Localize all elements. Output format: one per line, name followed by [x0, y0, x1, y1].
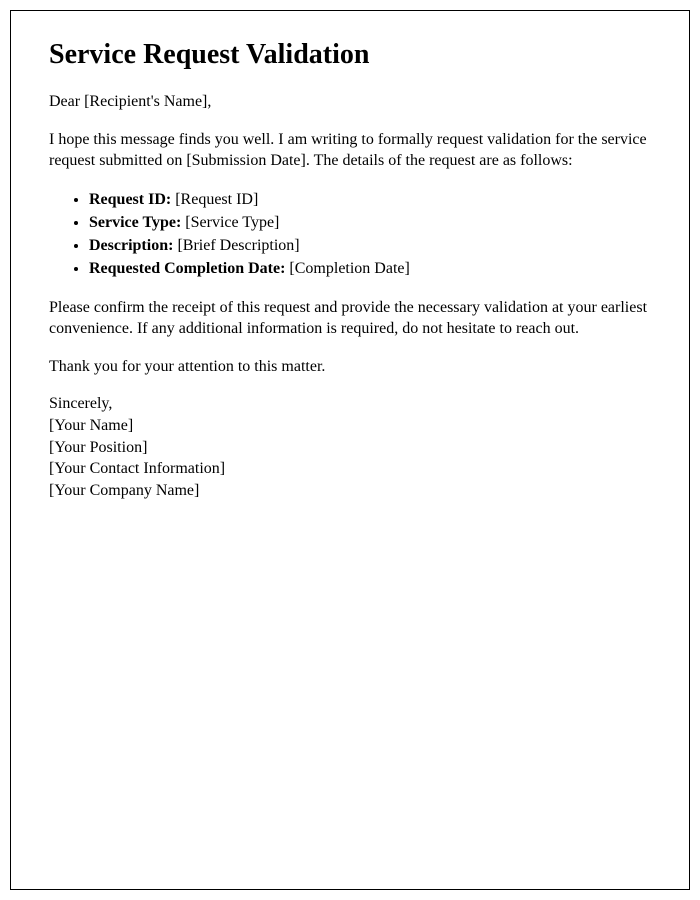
list-item: Description: [Brief Description]: [89, 234, 651, 257]
signature-company: [Your Company Name]: [49, 480, 651, 502]
signature-name: [Your Name]: [49, 415, 651, 437]
greeting: Dear [Recipient's Name],: [49, 91, 651, 113]
list-item: Service Type: [Service Type]: [89, 211, 651, 234]
signature-block: Sincerely, [Your Name] [Your Position] […: [49, 393, 651, 501]
detail-label: Request ID:: [89, 191, 171, 208]
detail-value: [Brief Description]: [173, 237, 299, 254]
detail-value: [Request ID]: [171, 191, 258, 208]
detail-label: Service Type:: [89, 214, 181, 231]
closing: Sincerely,: [49, 393, 651, 415]
detail-value: [Completion Date]: [285, 260, 409, 277]
page-title: Service Request Validation: [49, 39, 651, 71]
confirmation-paragraph: Please confirm the receipt of this reque…: [49, 297, 651, 340]
detail-label: Description:: [89, 237, 173, 254]
list-item: Requested Completion Date: [Completion D…: [89, 257, 651, 280]
signature-position: [Your Position]: [49, 437, 651, 459]
signature-contact: [Your Contact Information]: [49, 458, 651, 480]
intro-paragraph: I hope this message finds you well. I am…: [49, 129, 651, 172]
details-list: Request ID: [Request ID] Service Type: […: [89, 188, 651, 281]
document-container: Service Request Validation Dear [Recipie…: [10, 10, 690, 890]
list-item: Request ID: [Request ID]: [89, 188, 651, 211]
detail-label: Requested Completion Date:: [89, 260, 285, 277]
thanks-paragraph: Thank you for your attention to this mat…: [49, 356, 651, 378]
detail-value: [Service Type]: [181, 214, 279, 231]
